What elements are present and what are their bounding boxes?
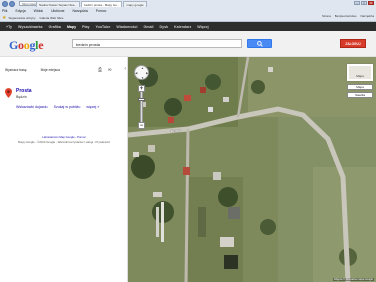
menu-bar: Plik Edycja Widok Ulubione Narzędzia Pom… — [0, 7, 376, 14]
search-icon — [256, 40, 263, 47]
window-controls: – □ ✕ — [353, 1, 374, 5]
gbar-item[interactable]: Kalendarz — [174, 25, 191, 29]
map-type-thumbnail[interactable]: Mapa — [347, 64, 373, 81]
gbar-item[interactable]: +Ty — [6, 25, 12, 29]
gbar-item[interactable]: Wyszukiwarka — [18, 25, 43, 29]
google-logo[interactable]: Google — [9, 38, 44, 53]
gbar-item[interactable]: YouTube — [96, 25, 111, 29]
gbar-item[interactable]: Play — [82, 25, 89, 29]
gbar-item[interactable]: Wiadomości — [116, 25, 137, 29]
tools-menu[interactable]: Narzędzia — [360, 14, 374, 18]
more-link[interactable]: więcej » — [86, 105, 99, 109]
zoom-out-button[interactable]: − — [138, 122, 145, 129]
browser-tab[interactable]: Nadna Nowsc Sejnas Nwe... — [36, 1, 81, 7]
place-name[interactable]: Prosta — [16, 88, 32, 94]
search-nearby-link[interactable]: Szukaj w pobliżu — [54, 105, 81, 109]
satellite-imagery — [128, 57, 376, 282]
directions-link[interactable]: Wskazówki dojazdu — [16, 105, 48, 109]
menu-item-help[interactable]: Pomoc — [96, 9, 107, 13]
search-button[interactable] — [247, 39, 272, 48]
print-icon[interactable]: ⎙ — [98, 67, 102, 73]
map-type-satellite-button[interactable]: Satelita — [347, 92, 373, 98]
map-copyright: Zdjęcia © Wirtualna mapa Google — [333, 278, 374, 281]
menu-item-file[interactable]: Plik — [2, 9, 7, 13]
search-header: Google bedzin prosta ZALOGUJ — [0, 31, 376, 57]
pan-down-icon[interactable]: ▼ — [141, 76, 144, 80]
gbar-item[interactable]: Dysk — [160, 25, 169, 29]
pan-up-icon[interactable]: ▲ — [141, 66, 144, 70]
tab-my-places[interactable]: Moje miejsca — [41, 68, 60, 72]
gbar-item[interactable]: Grafika — [49, 25, 61, 29]
menu-item-edit[interactable]: Edycja — [15, 9, 25, 13]
legal-link[interactable]: Laboratorium Map Google - Pomoc — [0, 135, 128, 139]
zoom-slider-thumb[interactable] — [138, 98, 145, 101]
favorite-link[interactable]: Galeria Web Slice — [40, 16, 64, 20]
gbar-item-more[interactable]: Więcej — [197, 25, 208, 29]
gbar-item[interactable]: Gmail — [144, 25, 154, 29]
browser-tab-active[interactable]: bedzin prosta - Mapy Go... — [81, 1, 123, 7]
search-input[interactable]: bedzin prosta — [72, 39, 242, 48]
menu-item-favorites[interactable]: Ulubione — [51, 9, 64, 13]
pan-left-icon[interactable]: ◀ — [135, 71, 137, 75]
command-bar: Strona Bezpieczeństwo Narzędzia — [318, 14, 374, 18]
sign-in-button[interactable]: ZALOGUJ — [340, 39, 366, 48]
panel-tabs: Wyznacz trasę Moje miejsca ⎙ ∞ — [0, 66, 128, 73]
maximize-icon[interactable]: □ — [361, 1, 367, 5]
menu-item-view[interactable]: Widok — [34, 9, 43, 13]
close-icon[interactable]: ✕ — [368, 1, 374, 5]
link-icon[interactable]: ∞ — [108, 67, 112, 73]
back-button[interactable] — [2, 0, 8, 7]
minimize-icon[interactable]: – — [354, 1, 360, 5]
browser-tabs: Nadna Nowsc Sejnas Nwe... bedzin prosta … — [36, 1, 148, 7]
map-type-map-button[interactable]: Mapa — [347, 84, 373, 90]
place-locality: Będzin — [16, 95, 27, 99]
collapse-panel-icon[interactable]: ‹ — [124, 66, 126, 72]
gbar-item-maps[interactable]: Mapy — [67, 25, 76, 29]
tab-directions[interactable]: Wyznacz trasę — [5, 68, 27, 72]
safety-menu[interactable]: Bezpieczeństwo — [335, 14, 357, 18]
zoom-control: + − — [138, 85, 145, 129]
forward-button[interactable] — [9, 0, 15, 7]
pan-control[interactable]: ▲ ◀ ▶ ▼ — [134, 65, 149, 80]
zoom-slider[interactable] — [138, 92, 145, 122]
browser-chrome: https://www.google.pl/ Nadna Nowsc Sejna… — [0, 0, 376, 22]
legal-text: Mapy Google - ©2013 Google - Warunki kor… — [18, 140, 110, 144]
favorite-link[interactable]: Sugerowane witryny — [8, 16, 35, 20]
map-marker-icon — [5, 88, 12, 98]
pan-right-icon[interactable]: ▶ — [146, 71, 148, 75]
place-actions: Wskazówki dojazdu Szukaj w pobliżu więce… — [16, 105, 105, 109]
menu-item-tools[interactable]: Narzędzia — [72, 9, 87, 13]
star-icon[interactable]: ★ — [2, 15, 6, 21]
page-menu[interactable]: Strona — [322, 14, 331, 18]
google-bar: +Ty Wyszukiwarka Grafika Mapy Play YouTu… — [0, 22, 376, 31]
zoom-in-button[interactable]: + — [138, 85, 145, 92]
left-panel: Wyznacz trasę Moje miejsca ⎙ ∞ ‹ Prosta … — [0, 57, 128, 282]
satellite-map[interactable]: ▲ ◀ ▶ ▼ + − Mapa Mapa Satelita Prosta Zd… — [128, 57, 376, 282]
browser-tab[interactable]: mapy google — [123, 1, 147, 7]
